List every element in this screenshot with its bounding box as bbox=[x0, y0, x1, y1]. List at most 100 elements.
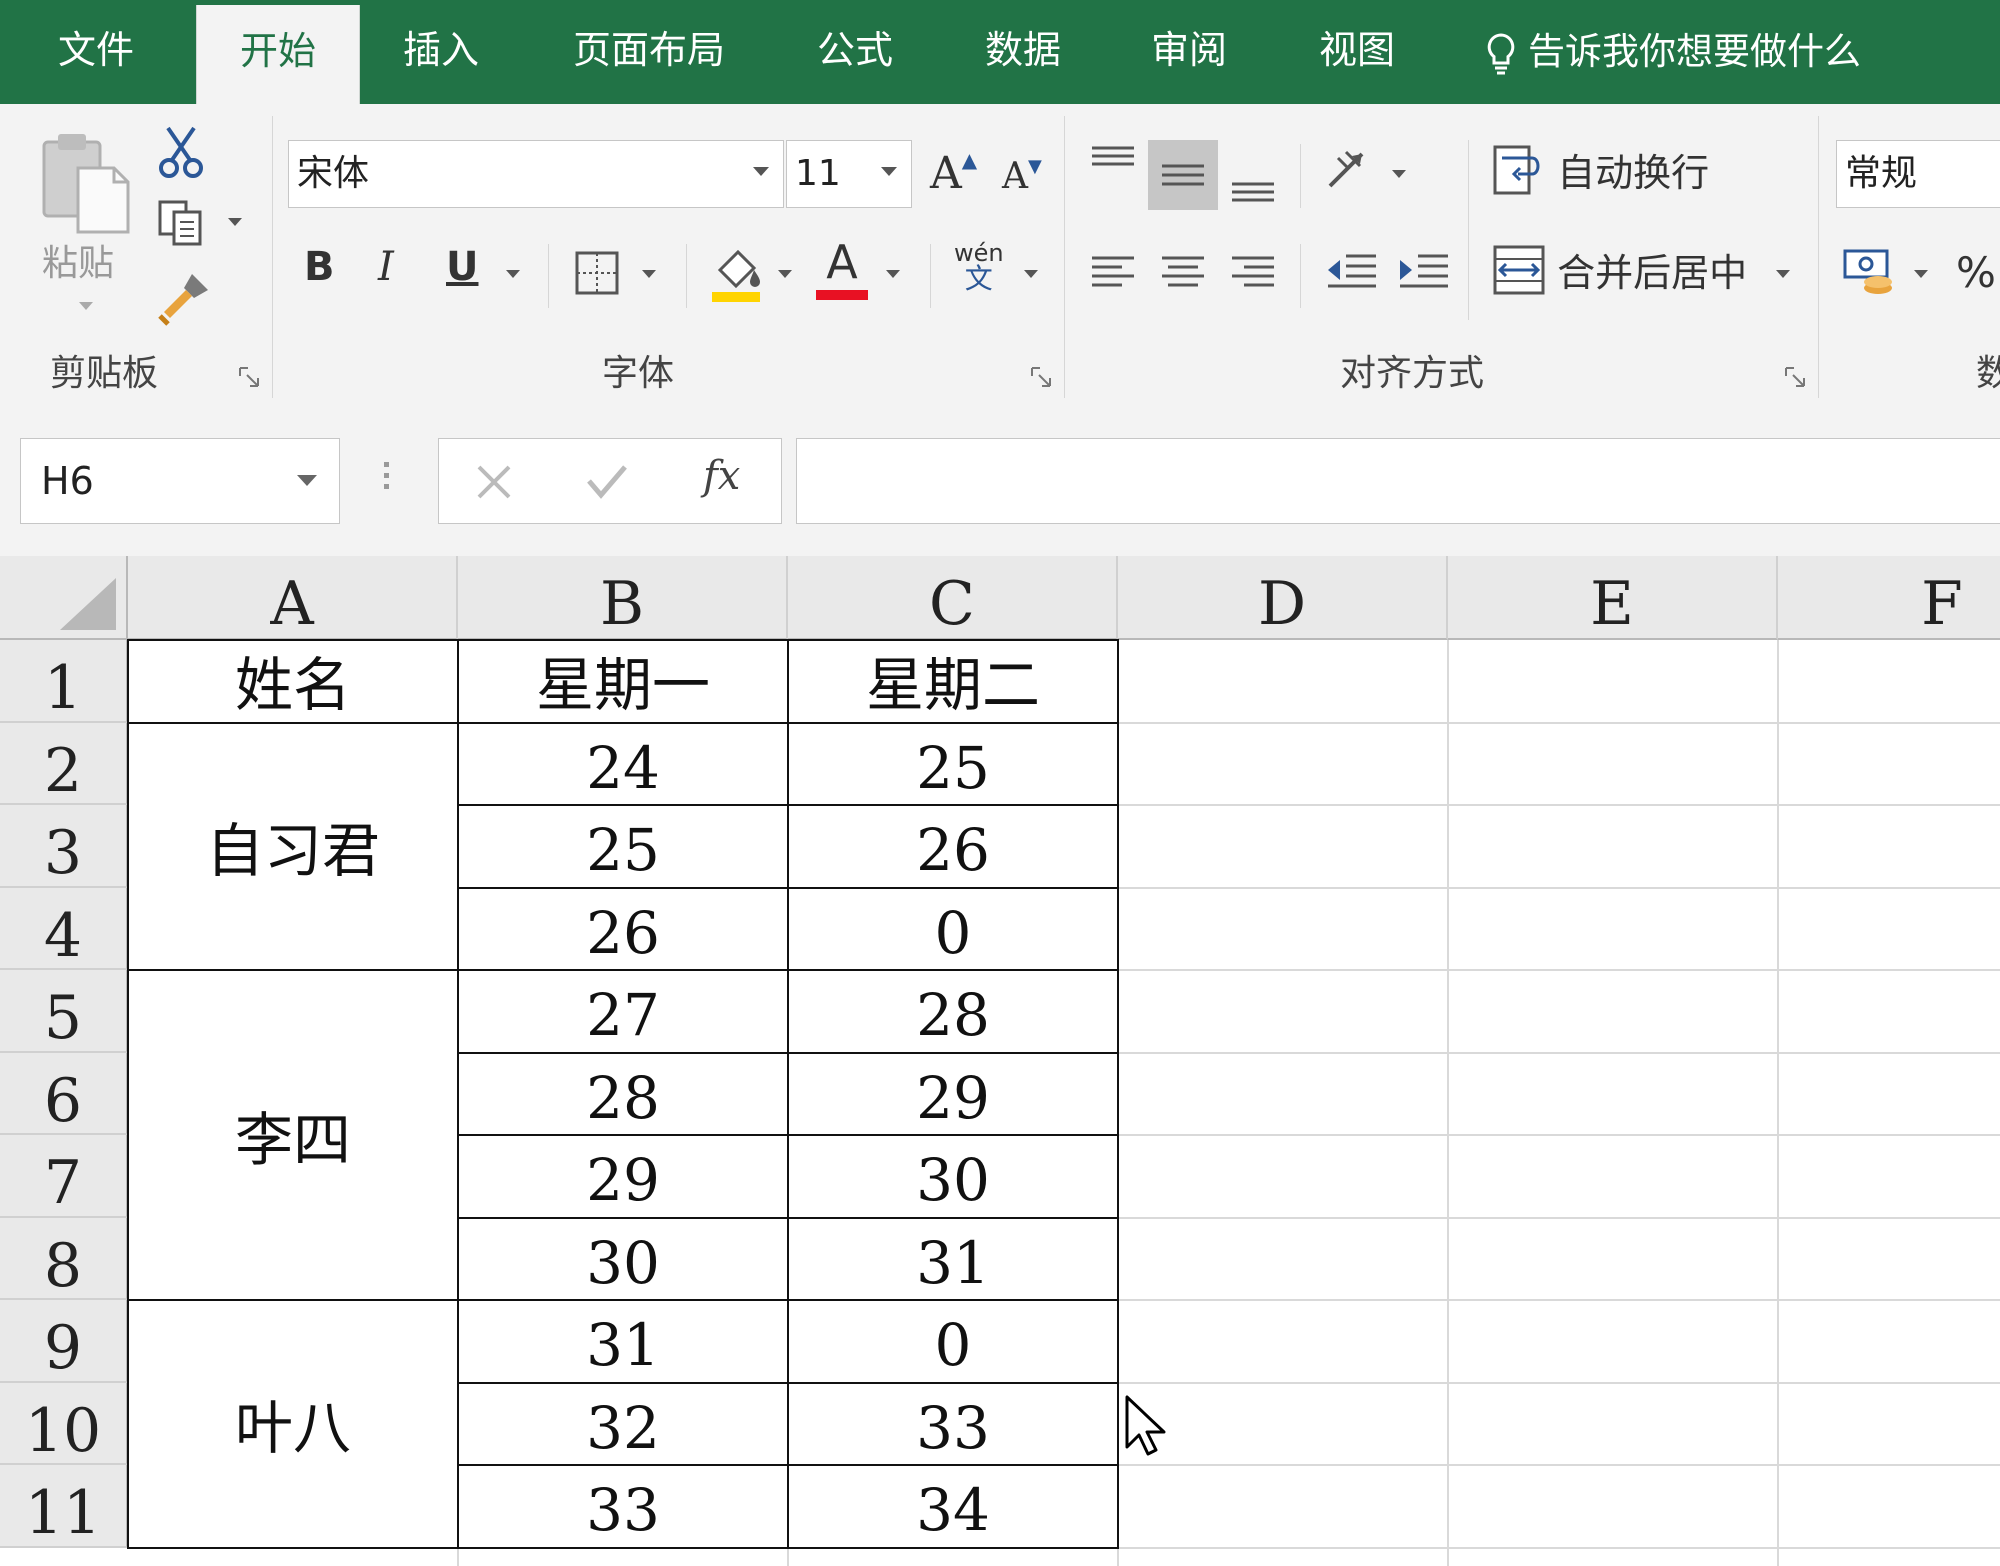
tuesday-value-cell[interactable]: 31 bbox=[787, 1216, 1119, 1301]
align-right-button[interactable] bbox=[1230, 254, 1276, 298]
underline-dropdown-arrow[interactable] bbox=[506, 270, 520, 278]
row-header-2[interactable]: 2 bbox=[0, 722, 128, 806]
font-color-dropdown-arrow[interactable] bbox=[886, 270, 900, 278]
font-size-combo[interactable]: 11 bbox=[786, 140, 912, 208]
font-launcher-icon[interactable] bbox=[1030, 366, 1052, 388]
cancel-icon[interactable] bbox=[475, 463, 513, 501]
table-header-cell[interactable]: 姓名 bbox=[127, 639, 459, 724]
merged-name-cell[interactable]: 李四 bbox=[127, 969, 459, 1301]
underline-button[interactable]: U bbox=[446, 244, 478, 290]
tab-page-layout[interactable]: 页面布局 bbox=[540, 0, 758, 104]
tab-insert[interactable]: 插入 bbox=[376, 0, 506, 104]
tab-file[interactable]: 文件 bbox=[28, 0, 164, 104]
orientation-dropdown-arrow[interactable] bbox=[1392, 170, 1406, 178]
row-header-5[interactable]: 5 bbox=[0, 970, 128, 1053]
italic-button[interactable]: I bbox=[378, 244, 394, 290]
merge-center-dropdown-arrow[interactable] bbox=[1776, 270, 1790, 278]
monday-value-cell[interactable]: 33 bbox=[457, 1464, 789, 1549]
tab-data[interactable]: 数据 bbox=[958, 0, 1088, 104]
tuesday-value-cell[interactable]: 30 bbox=[787, 1134, 1119, 1219]
tab-formulas[interactable]: 公式 bbox=[790, 0, 920, 104]
monday-value-cell[interactable]: 28 bbox=[457, 1051, 789, 1136]
fill-color-dropdown-arrow[interactable] bbox=[778, 270, 792, 278]
merge-center-button[interactable]: 合并后居中 bbox=[1492, 242, 1747, 302]
tuesday-value-cell[interactable]: 25 bbox=[787, 721, 1119, 806]
increase-indent-button[interactable] bbox=[1396, 250, 1450, 300]
table-header-cell[interactable]: 星期一 bbox=[457, 639, 789, 724]
monday-value-cell[interactable]: 32 bbox=[457, 1381, 789, 1466]
borders-dropdown-arrow[interactable] bbox=[642, 270, 656, 278]
column-header-c[interactable]: C bbox=[788, 556, 1118, 640]
accounting-format-button[interactable] bbox=[1842, 246, 1898, 302]
copy-dropdown-arrow[interactable] bbox=[228, 218, 242, 226]
select-all-corner[interactable] bbox=[0, 556, 128, 640]
monday-value-cell[interactable]: 26 bbox=[457, 886, 789, 971]
tell-me-box[interactable]: 告诉我你想要做什么 bbox=[1484, 0, 1861, 104]
column-header-a[interactable]: A bbox=[128, 556, 458, 640]
borders-button[interactable] bbox=[574, 250, 620, 300]
monday-value-cell[interactable]: 24 bbox=[457, 721, 789, 806]
clipboard-launcher-icon[interactable] bbox=[238, 366, 260, 388]
merged-name-cell[interactable]: 叶八 bbox=[127, 1299, 459, 1549]
paste-dropdown-arrow[interactable] bbox=[79, 302, 93, 310]
row-header-4[interactable]: 4 bbox=[0, 887, 128, 971]
font-name-combo[interactable]: 宋体 bbox=[288, 140, 784, 208]
monday-value-cell[interactable]: 29 bbox=[457, 1134, 789, 1219]
insert-function-button[interactable]: fx bbox=[703, 453, 740, 499]
wrap-text-button[interactable]: 自动换行 bbox=[1492, 142, 1709, 202]
row-header-10[interactable]: 10 bbox=[0, 1382, 128, 1466]
tab-review[interactable]: 审阅 bbox=[1124, 0, 1254, 104]
tuesday-value-cell[interactable]: 0 bbox=[787, 886, 1119, 971]
monday-value-cell[interactable]: 30 bbox=[457, 1216, 789, 1301]
paste-button[interactable] bbox=[38, 128, 134, 242]
tuesday-value-cell[interactable]: 28 bbox=[787, 969, 1119, 1054]
name-box[interactable]: H6 bbox=[20, 438, 340, 524]
copy-button[interactable] bbox=[156, 198, 208, 252]
monday-value-cell[interactable]: 25 bbox=[457, 804, 789, 889]
bold-button[interactable]: B bbox=[304, 244, 335, 290]
format-painter-button[interactable] bbox=[156, 270, 212, 330]
column-header-b[interactable]: B bbox=[458, 556, 788, 640]
align-left-button[interactable] bbox=[1090, 254, 1136, 298]
row-header-1[interactable]: 1 bbox=[0, 640, 128, 723]
monday-value-cell[interactable]: 31 bbox=[457, 1299, 789, 1384]
middle-align-button[interactable] bbox=[1148, 140, 1218, 210]
tab-view[interactable]: 视图 bbox=[1292, 0, 1422, 104]
accounting-dropdown-arrow[interactable] bbox=[1914, 270, 1928, 278]
top-align-button[interactable] bbox=[1090, 144, 1136, 188]
percent-style-button[interactable]: % bbox=[1956, 248, 1996, 297]
tuesday-value-cell[interactable]: 0 bbox=[787, 1299, 1119, 1384]
font-size-dropdown-arrow[interactable] bbox=[881, 167, 897, 176]
worksheet-grid[interactable]: ABCDEF 1 2 3 4 5 6 7 8 9 10 11 姓名 星期一 星期二 自习君 24 25 25 26… bbox=[0, 556, 2000, 1566]
tuesday-value-cell[interactable]: 26 bbox=[787, 804, 1119, 889]
bottom-align-button[interactable] bbox=[1230, 168, 1276, 212]
row-header-3[interactable]: 3 bbox=[0, 805, 128, 888]
column-header-d[interactable]: D bbox=[1118, 556, 1448, 640]
phonetic-dropdown-arrow[interactable] bbox=[1024, 270, 1038, 278]
decrease-font-button[interactable]: A▼ bbox=[1002, 156, 1042, 197]
font-name-dropdown-arrow[interactable] bbox=[753, 167, 769, 176]
name-box-dropdown-arrow[interactable] bbox=[297, 475, 317, 486]
row-header-6[interactable]: 6 bbox=[0, 1052, 128, 1136]
tuesday-value-cell[interactable]: 33 bbox=[787, 1381, 1119, 1466]
font-color-button[interactable]: A bbox=[816, 238, 868, 300]
phonetic-guide-button[interactable]: wén 文 bbox=[954, 240, 1004, 293]
row-header-8[interactable]: 8 bbox=[0, 1217, 128, 1301]
align-center-button[interactable] bbox=[1160, 254, 1206, 298]
tab-home[interactable]: 开始 bbox=[196, 5, 360, 104]
cut-button[interactable] bbox=[156, 124, 206, 184]
row-header-9[interactable]: 9 bbox=[0, 1300, 128, 1383]
fill-color-button[interactable] bbox=[710, 242, 766, 308]
increase-font-button[interactable]: A▲ bbox=[930, 148, 977, 199]
tuesday-value-cell[interactable]: 29 bbox=[787, 1051, 1119, 1136]
decrease-indent-button[interactable] bbox=[1324, 250, 1378, 300]
orientation-button[interactable] bbox=[1324, 146, 1374, 200]
tuesday-value-cell[interactable]: 34 bbox=[787, 1464, 1119, 1549]
enter-check-icon[interactable] bbox=[585, 461, 629, 501]
alignment-launcher-icon[interactable] bbox=[1784, 366, 1806, 388]
number-format-combo[interactable]: 常规 bbox=[1836, 140, 2000, 208]
formula-bar-splitter[interactable] bbox=[384, 462, 390, 502]
column-header-f[interactable]: F bbox=[1778, 556, 2000, 640]
column-header-e[interactable]: E bbox=[1448, 556, 1778, 640]
formula-input[interactable] bbox=[796, 438, 2000, 524]
